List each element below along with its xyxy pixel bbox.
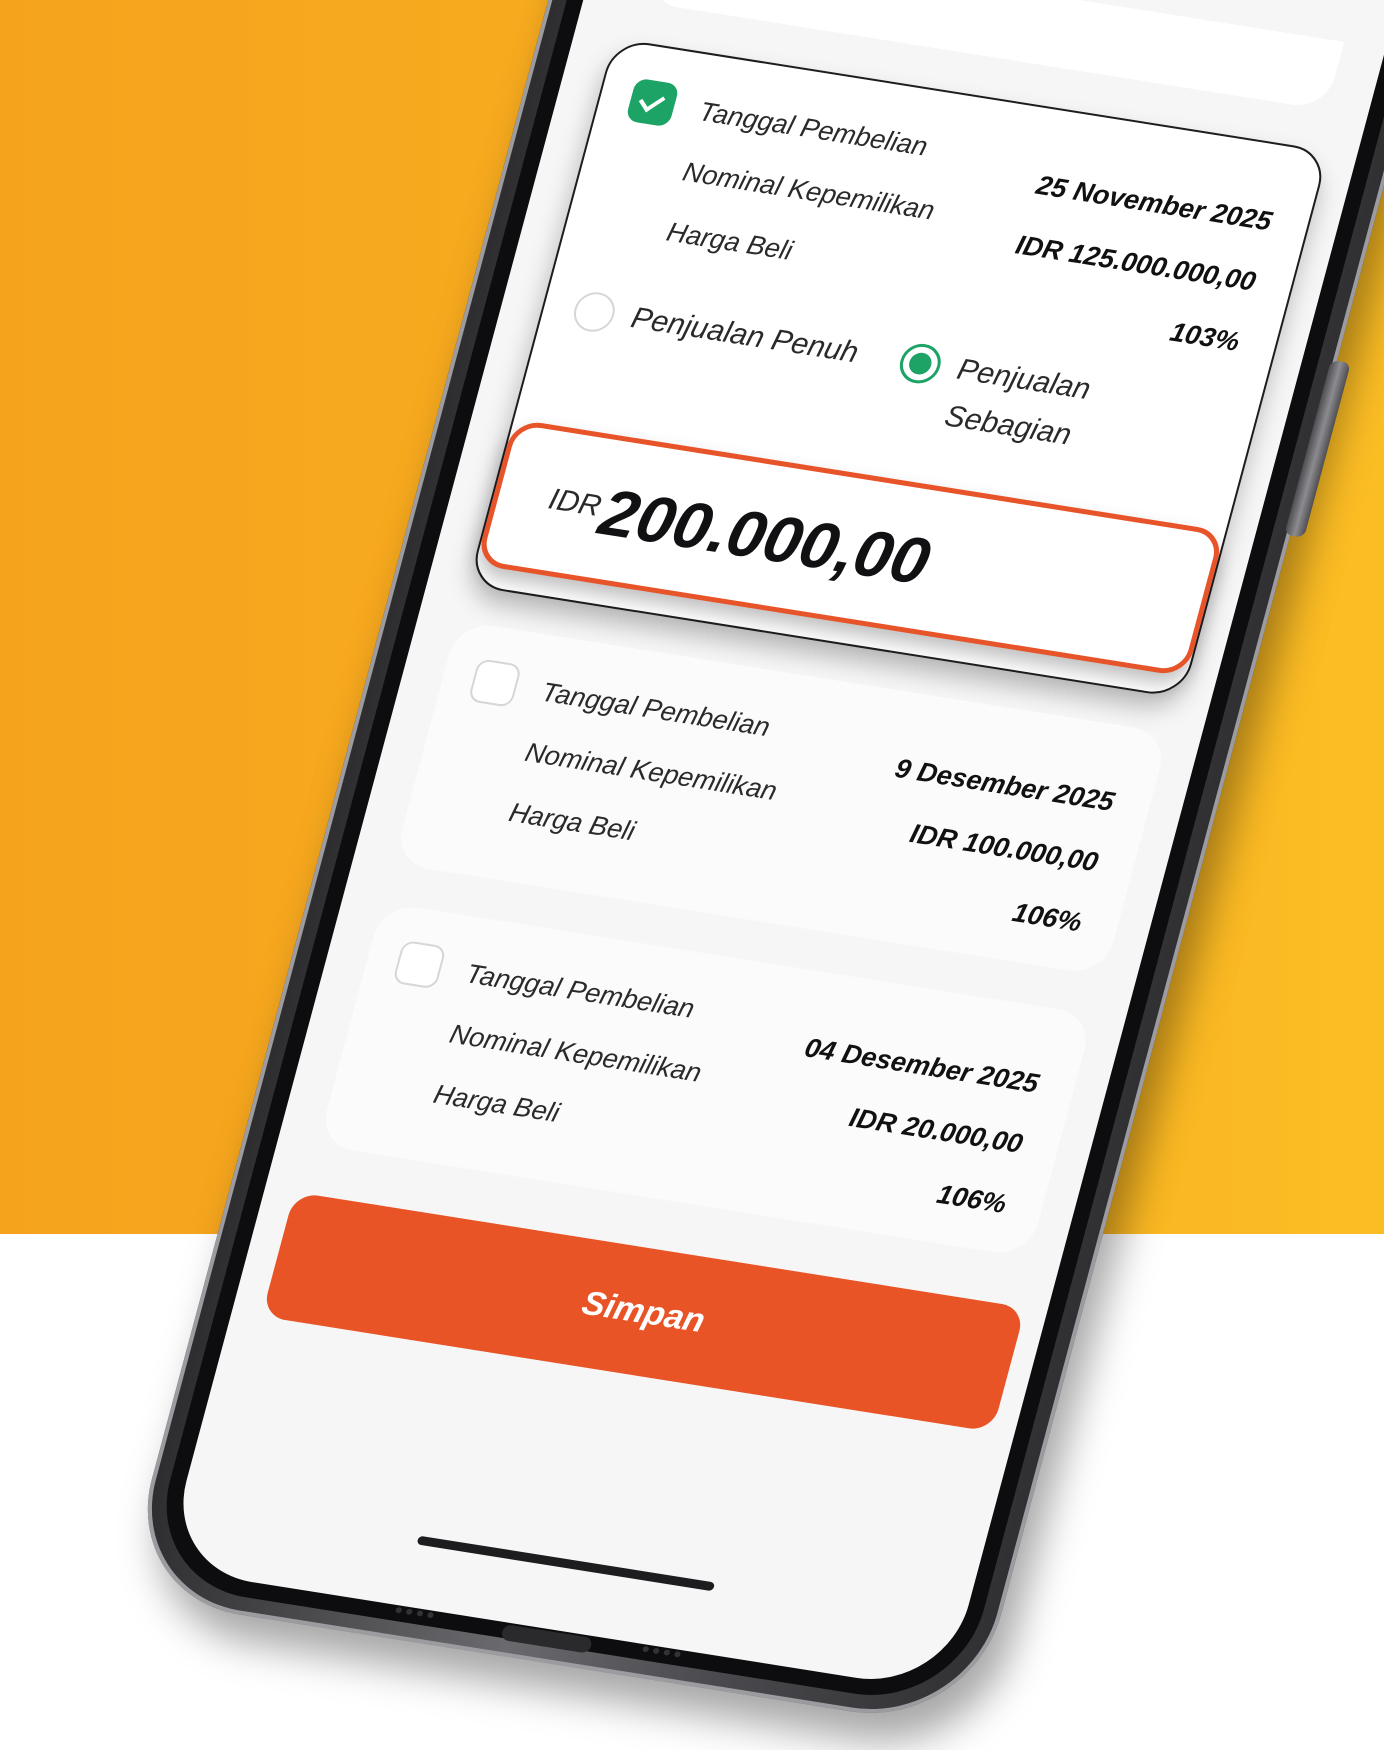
purchase-price-value: 106% [933,1179,1010,1219]
purchase-date-value: 25 November 2025 [1033,170,1276,237]
purchase-date-label: Tanggal Pembelian [462,958,698,1024]
purchase-price-value: 103% [1166,316,1243,357]
ownership-amount-value: IDR 20.000,00 [846,1102,1026,1159]
holding-checkbox-1[interactable] [625,77,681,128]
full-sale-radio[interactable] [569,289,620,335]
purchase-price-value: 106% [1009,897,1086,938]
purchase-price-label: Harga Beli [430,1079,563,1128]
ownership-amount-value: IDR 100.000,00 [906,818,1102,878]
partial-sale-label[interactable]: Penjualan Sebagian [939,346,1122,464]
check-icon [638,88,666,113]
holding-checkbox-3[interactable] [392,939,447,990]
ownership-amount-label: Nominal Kepemilikan [522,737,781,806]
purchase-date-value: 04 Desember 2025 [801,1032,1043,1099]
ownership-amount-label: Nominal Kepemilikan [446,1018,705,1088]
purchase-price-label: Harga Beli [663,216,796,266]
purchase-price-label: Harga Beli [505,797,639,847]
purchase-date-label: Tanggal Pembelian [695,96,931,162]
sale-amount-value: 200.000,00 [592,474,938,599]
holding-checkbox-2[interactable] [467,658,523,708]
radio-selected-dot [906,351,935,377]
full-sale-label[interactable]: Penjualan Penuh [626,295,864,377]
holding-card-1[interactable]: Tanggal Pembelian Nominal Kepemilikan Ha… [467,37,1330,699]
sale-amount-currency: IDR [545,482,605,523]
partial-sale-radio[interactable] [895,341,946,387]
ownership-amount-value: IDR 125.000.000,00 [1012,229,1260,297]
purchase-date-value: 9 Desember 2025 [891,753,1118,817]
purchase-date-label: Tanggal Pembelian [538,676,774,743]
home-indicator [416,1535,716,1592]
ownership-amount-label: Nominal Kepemilikan [679,156,938,226]
